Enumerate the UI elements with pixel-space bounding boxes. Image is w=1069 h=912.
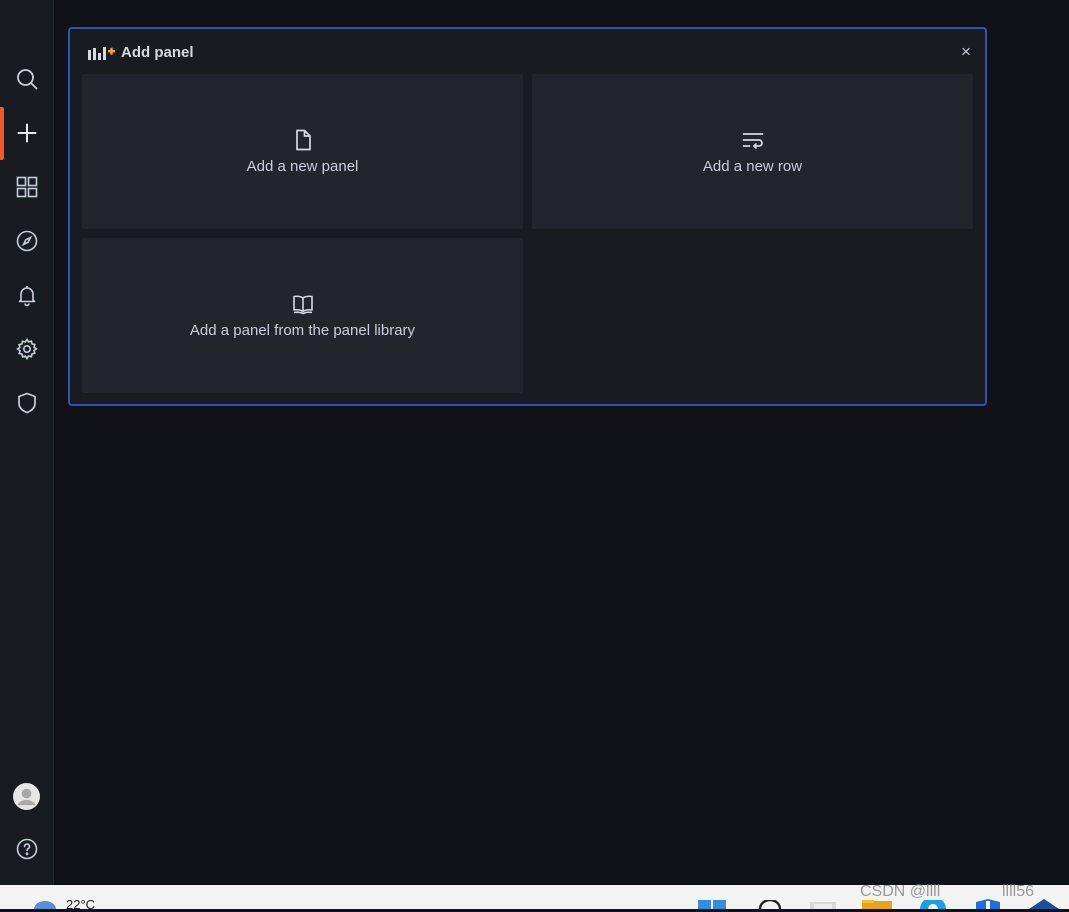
help-icon [16, 838, 37, 860]
add-new-row-tile[interactable]: Add a new row [532, 74, 973, 229]
plus-icon [17, 123, 36, 143]
add-panel-icon [88, 46, 115, 60]
watermark-right: llll56 [1002, 883, 1035, 900]
file-explorer-icon[interactable] [861, 900, 893, 909]
sidebar-item-profile[interactable] [0, 773, 53, 819]
sidebar-item-configuration[interactable] [0, 326, 53, 372]
security-app-icon[interactable] [973, 899, 1003, 909]
sidebar-item-help[interactable] [0, 826, 53, 872]
add-library-panel-tile[interactable]: Add a panel from the panel library [82, 238, 523, 393]
add-panel-widget: Add panel × Add a new panel Add a new ro… [68, 27, 987, 406]
search-icon [16, 69, 37, 90]
dashboards-grid-icon [16, 176, 37, 198]
watermark-left: CSDN @llll [860, 883, 941, 900]
compass-icon [16, 230, 37, 252]
sidebar [0, 0, 54, 885]
gear-icon [15, 338, 38, 360]
sidebar-item-dashboards[interactable] [0, 164, 53, 210]
windows-start-icon[interactable] [698, 900, 728, 909]
shield-icon [17, 392, 36, 414]
sidebar-item-alerting[interactable] [0, 272, 53, 318]
task-view-icon[interactable] [808, 902, 838, 909]
add-panel-header: Add panel × [70, 29, 985, 75]
edge-browser-icon[interactable] [919, 900, 947, 909]
book-open-icon [292, 295, 313, 315]
add-new-panel-tile[interactable]: Add a new panel [82, 74, 523, 229]
close-button[interactable]: × [957, 42, 975, 61]
avatar [13, 782, 40, 810]
row-wrap-icon [742, 133, 763, 149]
os-taskbar: 22°C CSDN @llll llll56 [0, 883, 1069, 912]
taskbar-search-icon[interactable] [758, 900, 782, 909]
weather-icon [34, 901, 56, 909]
add-new-row-label: Add a new row [702, 158, 803, 175]
add-library-panel-label: Add a panel from the panel library [189, 322, 416, 339]
bell-icon [18, 286, 35, 307]
weather-temperature: 22°C [66, 897, 96, 912]
sidebar-item-server-admin[interactable] [0, 380, 53, 426]
file-icon [295, 129, 311, 151]
add-new-panel-label: Add a new panel [246, 158, 359, 175]
add-panel-title: Add panel [121, 44, 194, 61]
add-panel-title-wrap: Add panel [88, 44, 194, 61]
sidebar-item-create[interactable] [0, 110, 53, 156]
sidebar-item-explore[interactable] [0, 218, 53, 264]
sidebar-item-search[interactable] [0, 56, 53, 102]
